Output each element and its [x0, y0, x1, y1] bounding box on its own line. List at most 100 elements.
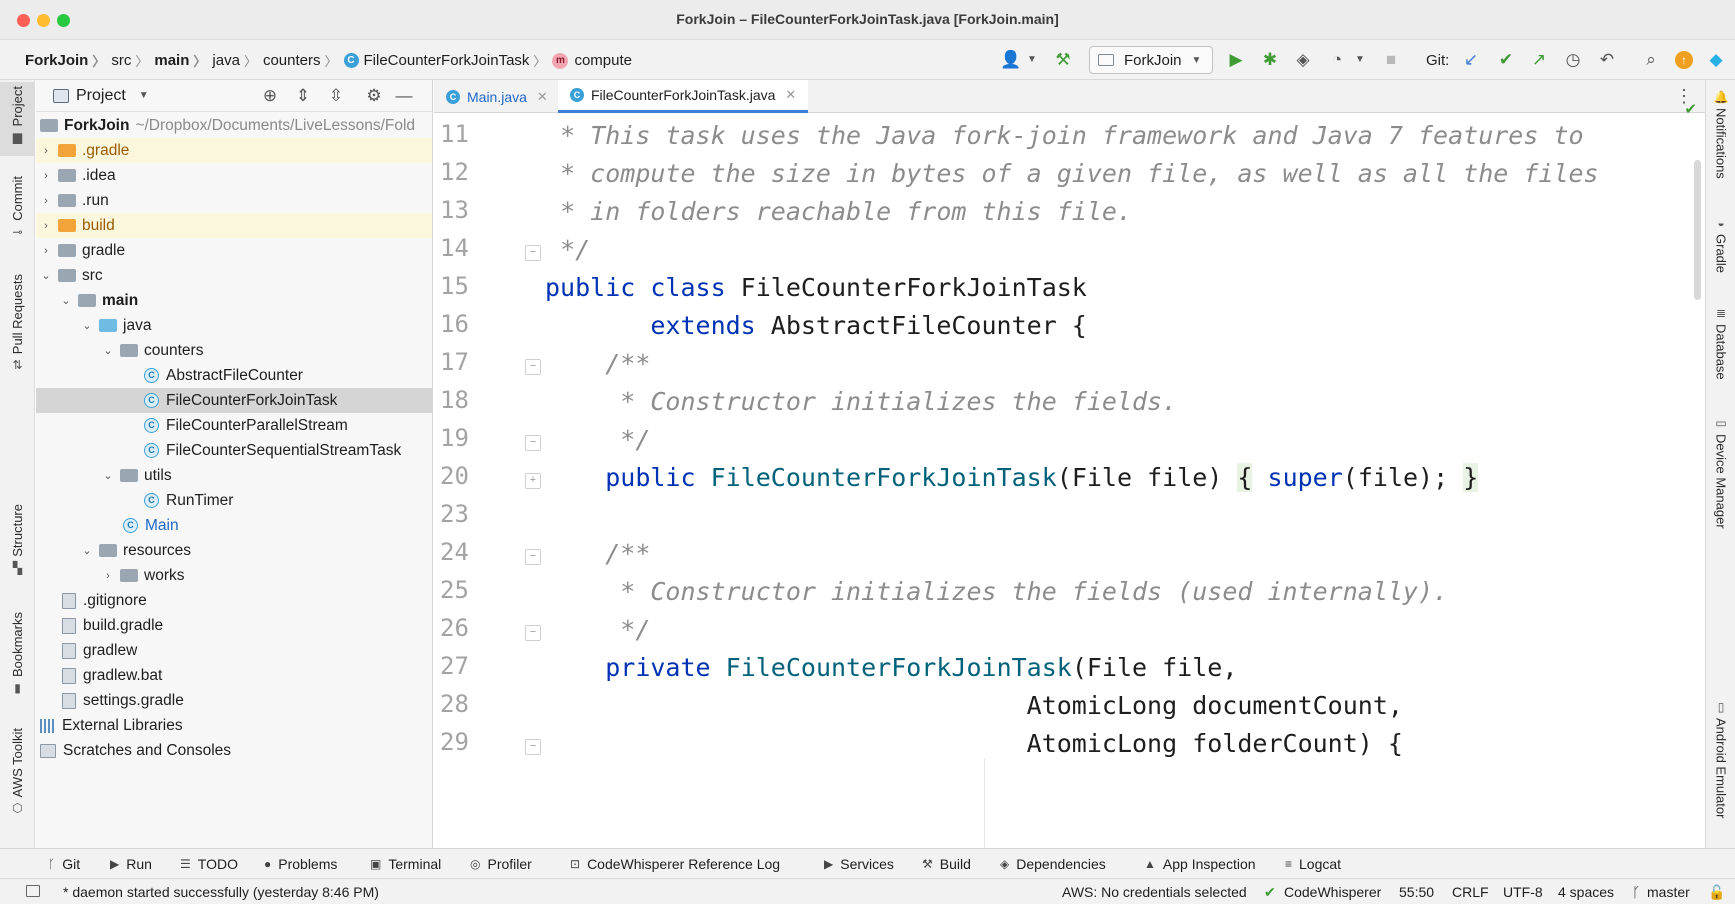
- chevron-down-icon[interactable]: ⌄: [81, 544, 93, 557]
- tool-tab-gradle[interactable]: ◒ Gradle: [1706, 216, 1735, 296]
- stop-icon[interactable]: ■: [1381, 51, 1401, 69]
- git-commit-icon[interactable]: ✔: [1496, 51, 1516, 69]
- status-message[interactable]: * daemon started successfully (yesterday…: [63, 884, 379, 900]
- fold-marker-icon[interactable]: −: [525, 625, 541, 641]
- gear-icon[interactable]: ⚙: [364, 86, 384, 106]
- tree-item-gradle-cache[interactable]: › .gradle: [36, 138, 432, 163]
- git-push-icon[interactable]: ↗: [1529, 51, 1549, 69]
- chevron-down-icon[interactable]: ⌄: [60, 294, 72, 307]
- tool-build[interactable]: ⚒ Build: [922, 856, 971, 872]
- fold-marker-icon[interactable]: −: [525, 245, 541, 261]
- lock-icon[interactable]: 🔓: [1708, 884, 1725, 901]
- tool-logcat[interactable]: ≡ Logcat: [1285, 856, 1341, 872]
- git-branch[interactable]: master: [1647, 884, 1690, 900]
- tree-item-works[interactable]: › works: [36, 563, 432, 588]
- tool-todo[interactable]: ☰ TODO: [180, 856, 238, 872]
- fold-marker-icon[interactable]: −: [525, 739, 541, 755]
- tool-codewhisperer-log[interactable]: ⊡ CodeWhisperer Reference Log: [570, 856, 780, 872]
- chevron-down-icon[interactable]: ⌄: [102, 344, 114, 357]
- search-icon[interactable]: ⌕: [1641, 51, 1661, 69]
- chevron-down-icon[interactable]: ⌄: [81, 319, 93, 332]
- tree-item-abstract-file-counter[interactable]: C AbstractFileCounter: [36, 363, 432, 388]
- tree-item-build-gradle[interactable]: build.gradle: [36, 613, 432, 638]
- hammer-icon[interactable]: ⚒: [1053, 51, 1073, 69]
- project-panel-title[interactable]: Project: [76, 87, 126, 105]
- chevron-right-icon[interactable]: ›: [40, 195, 52, 207]
- tree-item-root[interactable]: ForkJoin ~/Dropbox/Documents/LiveLessons…: [36, 113, 432, 138]
- tab-main-java[interactable]: C Main.java ✕: [434, 80, 550, 113]
- tool-windows-toggle-icon[interactable]: [26, 885, 40, 897]
- tool-tab-android-emulator[interactable]: ▯ Android Emulator: [1706, 700, 1735, 848]
- breadcrumb-java[interactable]: java 〉: [212, 51, 263, 70]
- chevron-right-icon[interactable]: ›: [40, 245, 52, 257]
- chevron-down-icon[interactable]: ⌄: [102, 469, 114, 482]
- tool-tab-structure[interactable]: Structure ▚: [0, 504, 35, 584]
- tree-item-settings-gradle[interactable]: settings.gradle: [36, 688, 432, 713]
- code-area[interactable]: * This task uses the Java fork-join fram…: [545, 113, 1685, 848]
- git-update-icon[interactable]: ↙: [1461, 51, 1481, 69]
- codewhisperer-status[interactable]: CodeWhisperer: [1284, 884, 1381, 900]
- breadcrumb-method[interactable]: m compute: [552, 52, 632, 69]
- breadcrumb-class[interactable]: C FileCounterForkJoinTask 〉: [343, 51, 553, 70]
- chevron-right-icon[interactable]: ›: [40, 170, 52, 182]
- tree-item-file-counter-fork-join-task[interactable]: C FileCounterForkJoinTask: [36, 388, 432, 413]
- tree-item-src[interactable]: ⌄ src: [36, 263, 432, 288]
- tree-item-resources[interactable]: ⌄ resources: [36, 538, 432, 563]
- caret-position[interactable]: 55:50: [1399, 884, 1434, 900]
- chevron-down-icon[interactable]: ▼: [1350, 51, 1370, 69]
- tree-item-scratches[interactable]: Scratches and Consoles: [36, 738, 432, 763]
- tool-tab-bookmarks[interactable]: Bookmarks ▮: [0, 612, 35, 702]
- tool-tab-project[interactable]: Project ▆: [0, 82, 35, 156]
- indent-setting[interactable]: 4 spaces: [1558, 884, 1614, 900]
- breadcrumb-src[interactable]: src 〉: [111, 51, 154, 70]
- breadcrumb-project[interactable]: ForkJoin 〉: [25, 51, 111, 70]
- breadcrumb-main[interactable]: main 〉: [154, 51, 212, 70]
- user-icon[interactable]: 👤: [1000, 51, 1021, 69]
- chevron-right-icon[interactable]: ›: [40, 145, 52, 157]
- tree-item-gradlew-bat[interactable]: gradlew.bat: [36, 663, 432, 688]
- hide-icon[interactable]: —: [394, 86, 414, 106]
- tool-terminal[interactable]: ▣ Terminal: [370, 856, 441, 872]
- debug-icon[interactable]: ✱: [1260, 51, 1280, 69]
- logo-icon[interactable]: ◆: [1706, 51, 1726, 69]
- profile-icon[interactable]: ◔: [1327, 51, 1347, 69]
- history-icon[interactable]: ◷: [1563, 51, 1583, 69]
- vertical-scrollbar[interactable]: [1694, 160, 1701, 300]
- run-configuration-select[interactable]: ForkJoin ▼: [1089, 46, 1213, 74]
- tool-git[interactable]: ᚴ Git: [48, 856, 80, 872]
- tool-profiler[interactable]: ◎ Profiler: [470, 856, 532, 872]
- tree-item-java[interactable]: ⌄ java: [36, 313, 432, 338]
- tool-tab-commit[interactable]: Commit ⊸: [0, 176, 35, 256]
- chevron-down-icon[interactable]: ⌄: [40, 269, 52, 282]
- tree-item-main[interactable]: ⌄ main: [36, 288, 432, 313]
- tool-problems[interactable]: ● Problems: [264, 856, 337, 872]
- close-icon[interactable]: ✕: [785, 87, 796, 103]
- close-icon[interactable]: ✕: [537, 89, 548, 105]
- tree-item-file-counter-sequential-stream-task[interactable]: C FileCounterSequentialStreamTask: [36, 438, 432, 463]
- tool-tab-pull-requests[interactable]: Pull Requests ⇅: [0, 274, 35, 386]
- chevron-right-icon[interactable]: ›: [102, 570, 114, 582]
- tool-run[interactable]: ▶ Run: [110, 856, 152, 872]
- no-problems-check-icon[interactable]: ✔: [1684, 100, 1697, 118]
- tree-item-run[interactable]: › .run: [36, 188, 432, 213]
- fold-marker-icon[interactable]: −: [525, 435, 541, 451]
- line-separator[interactable]: CRLF: [1452, 884, 1489, 900]
- tool-services[interactable]: ▶ Services: [824, 856, 894, 872]
- rollback-icon[interactable]: ↶: [1597, 51, 1617, 69]
- tree-item-file-counter-parallel-stream[interactable]: C FileCounterParallelStream: [36, 413, 432, 438]
- chevron-down-icon[interactable]: ▼: [1022, 51, 1042, 69]
- locate-icon[interactable]: ⊕: [260, 86, 280, 106]
- tree-item-counters[interactable]: ⌄ counters: [36, 338, 432, 363]
- tool-tab-database[interactable]: ≣ Database: [1706, 306, 1735, 402]
- tool-tab-device-manager[interactable]: ▭ Device Manager: [1706, 416, 1735, 556]
- tree-item-gradle[interactable]: › gradle: [36, 238, 432, 263]
- editor-gutter[interactable]: 11 12 13 14 − 15 16 17 − 18 19 − 20 +23 24 − 25 26 − 27 28 29…: [434, 113, 541, 848]
- chevron-down-icon[interactable]: ▼: [139, 90, 149, 101]
- coverage-icon[interactable]: ◈: [1293, 51, 1313, 69]
- tree-item-idea[interactable]: › .idea: [36, 163, 432, 188]
- breadcrumb-counters[interactable]: counters 〉: [263, 51, 344, 70]
- tree-item-main-class[interactable]: C Main: [36, 513, 432, 538]
- tree-item-run-timer[interactable]: C RunTimer: [36, 488, 432, 513]
- tab-file-counter-fork-join-task[interactable]: C FileCounterForkJoinTask.java ✕: [558, 80, 808, 113]
- run-icon[interactable]: ▶: [1226, 51, 1246, 69]
